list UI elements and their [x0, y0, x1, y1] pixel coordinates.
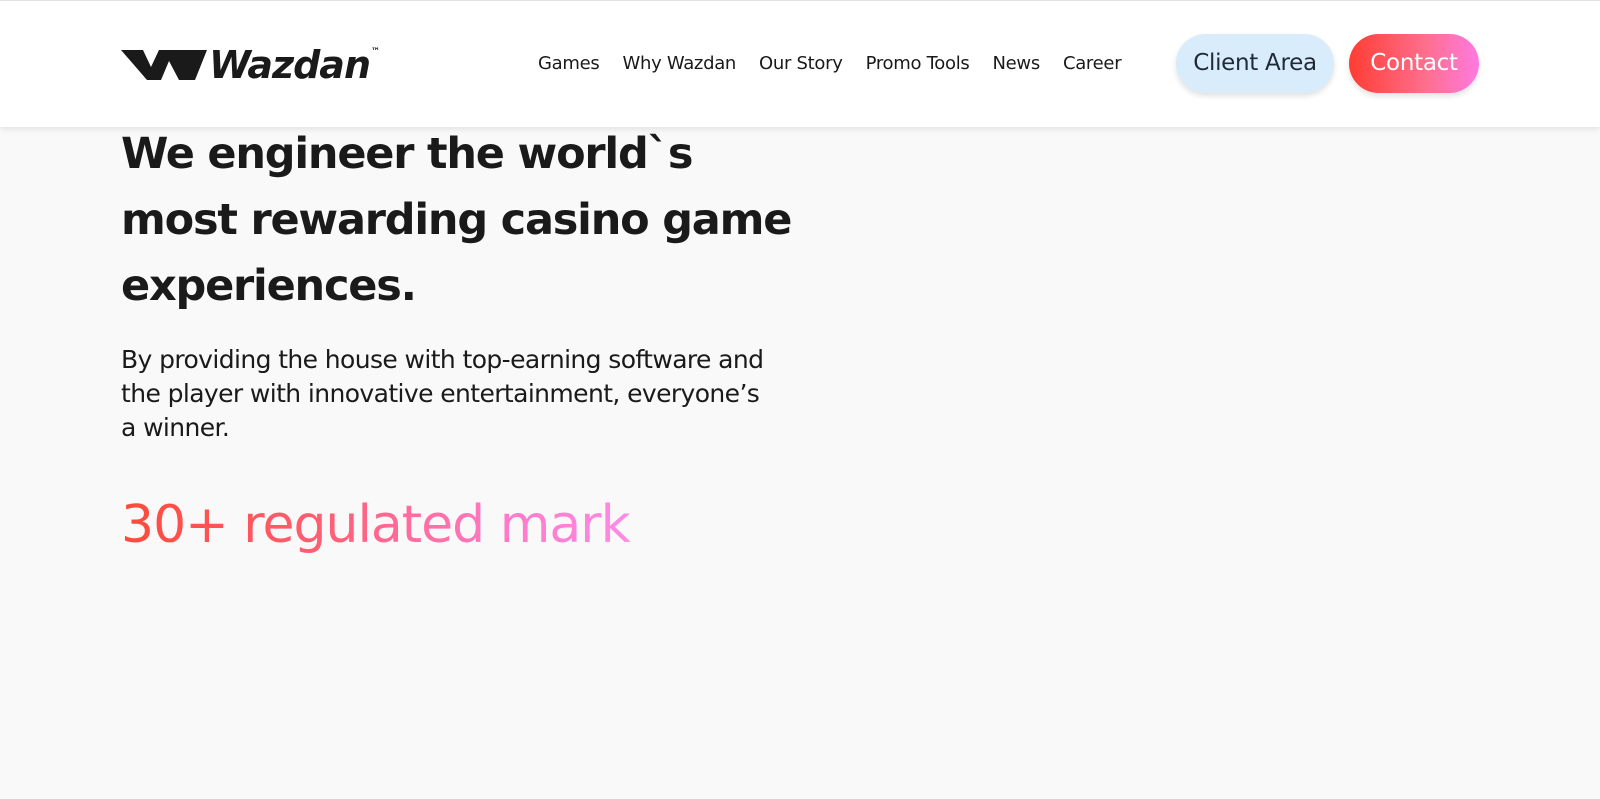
hero-description: By providing the house with top-earning … [121, 345, 764, 442]
logo-wordmark: Wazdan [209, 43, 371, 87]
hero-stat-markets: 30+ regulated mark [121, 490, 631, 560]
site-header: Wazdan ™ Games Why Wazdan Our Story Prom… [0, 0, 1600, 127]
nav-link-news[interactable]: News [992, 51, 1040, 77]
wazdan-logo[interactable]: Wazdan ™ [121, 43, 380, 87]
nav-link-promo-tools[interactable]: Promo Tools [866, 51, 970, 77]
client-area-button[interactable]: Client Area [1176, 34, 1334, 93]
trademark-symbol: ™ [371, 47, 380, 57]
nav-link-games[interactable]: Games [538, 51, 600, 77]
nav-link-career[interactable]: Career [1063, 51, 1122, 77]
contact-button[interactable]: Contact [1349, 34, 1479, 93]
nav-link-our-story[interactable]: Our Story [759, 51, 843, 77]
nav-link-why-wazdan[interactable]: Why Wazdan [622, 51, 736, 77]
main-nav: Games Why Wazdan Our Story Promo Tools N… [538, 51, 1144, 77]
hero-title: We engineer the world`s most rewarding c… [121, 129, 792, 311]
wazdan-logo-icon [121, 50, 207, 80]
